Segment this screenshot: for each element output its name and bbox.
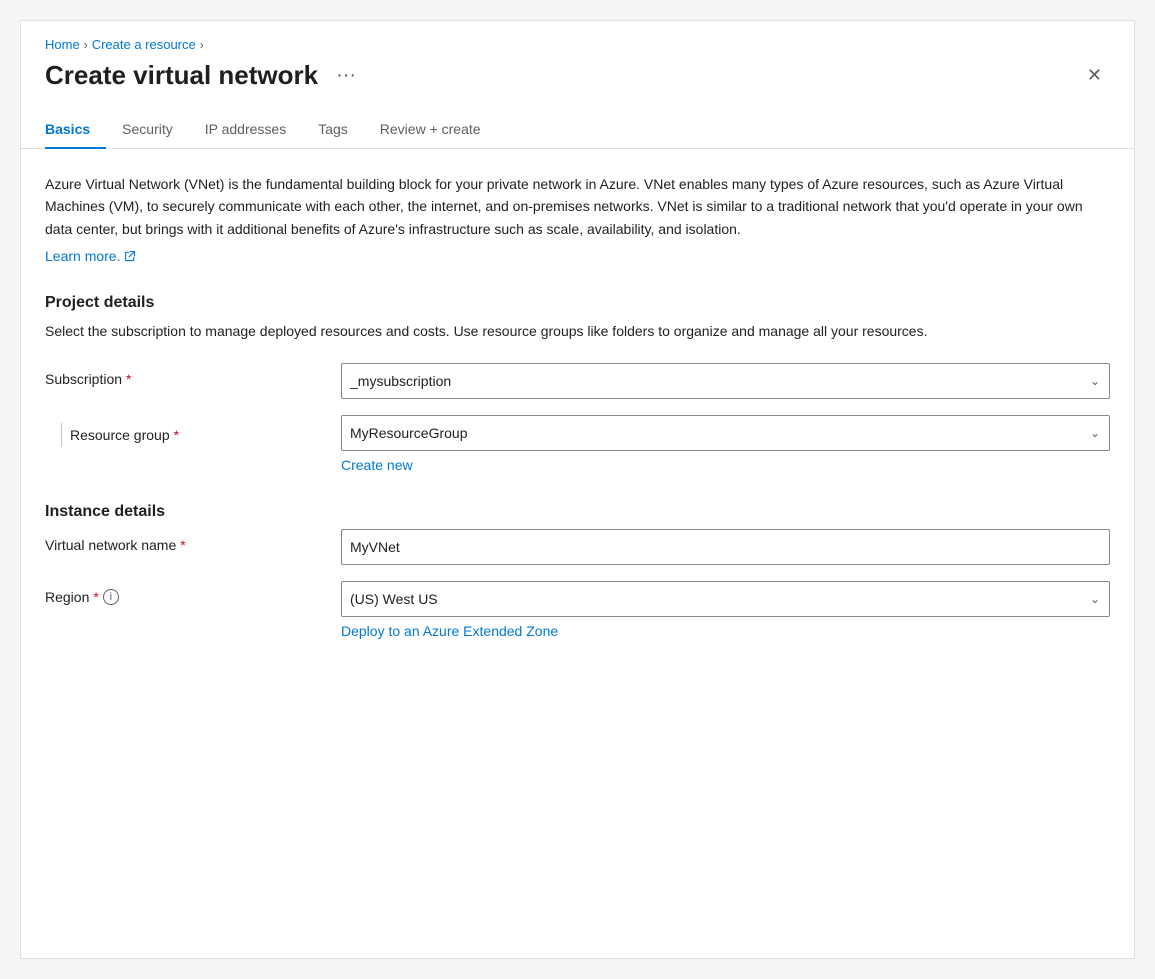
region-info-icon[interactable]: i [103, 589, 119, 605]
header-area: Home › Create a resource › Create virtua… [21, 21, 1134, 91]
rg-indent-line [61, 423, 62, 447]
content-area: Azure Virtual Network (VNet) is the fund… [21, 149, 1134, 681]
ellipsis-button[interactable]: ··· [330, 62, 362, 89]
breadcrumb-home[interactable]: Home [45, 37, 80, 52]
resource-group-control-col: MyResourceGroup ⌄ Create new [341, 415, 1110, 475]
vnet-name-label: Virtual network name * [45, 537, 325, 553]
vnet-name-row: Virtual network name * [45, 529, 1110, 565]
resource-group-label-col: Resource group * [45, 415, 325, 447]
vnet-name-control-col [341, 529, 1110, 565]
learn-more-link[interactable]: Learn more. [45, 248, 136, 264]
subscription-select-wrapper: _mysubscription ⌄ [341, 363, 1110, 399]
project-details-title: Project details [45, 294, 1110, 312]
instance-details-title: Instance details [45, 503, 1110, 521]
region-control-col: (US) West US ⌄ Deploy to an Azure Extend… [341, 581, 1110, 641]
breadcrumb-sep-1: › [84, 38, 88, 52]
subscription-select[interactable]: _mysubscription [341, 363, 1110, 399]
tabs-container: Basics Security IP addresses Tags Review… [21, 111, 1134, 149]
external-link-icon [124, 250, 136, 262]
resource-group-required-star: * [174, 427, 179, 443]
vnet-name-input[interactable] [341, 529, 1110, 565]
tab-basics[interactable]: Basics [45, 111, 106, 149]
title-left: Create virtual network ··· [45, 60, 362, 91]
close-button[interactable]: ✕ [1079, 61, 1110, 90]
tab-tags[interactable]: Tags [302, 111, 364, 149]
tab-security[interactable]: Security [106, 111, 189, 149]
subscription-label: Subscription * [45, 371, 325, 387]
project-details-description: Select the subscription to manage deploy… [45, 320, 1110, 342]
region-label-col: Region * i [45, 581, 325, 605]
title-row: Create virtual network ··· ✕ [45, 60, 1110, 91]
subscription-row: Subscription * _mysubscription ⌄ [45, 363, 1110, 399]
region-select[interactable]: (US) West US [341, 581, 1110, 617]
tab-ip-addresses[interactable]: IP addresses [189, 111, 302, 149]
resource-group-label: Resource group * [70, 427, 179, 443]
deploy-extended-zone-link[interactable]: Deploy to an Azure Extended Zone [341, 623, 558, 639]
breadcrumb: Home › Create a resource › [45, 37, 1110, 52]
page-container: Home › Create a resource › Create virtua… [20, 20, 1135, 959]
region-label: Region * i [45, 589, 325, 605]
create-new-link[interactable]: Create new [341, 457, 413, 473]
subscription-label-col: Subscription * [45, 363, 325, 387]
resource-group-row: Resource group * MyResourceGroup ⌄ Creat… [45, 415, 1110, 475]
region-row: Region * i (US) West US ⌄ Deploy to an A… [45, 581, 1110, 641]
region-required-star: * [93, 589, 98, 605]
vnet-name-label-col: Virtual network name * [45, 529, 325, 553]
vnet-description: Azure Virtual Network (VNet) is the fund… [45, 173, 1110, 240]
resource-group-select[interactable]: MyResourceGroup [341, 415, 1110, 451]
resource-group-select-wrapper: MyResourceGroup ⌄ [341, 415, 1110, 451]
region-select-wrapper: (US) West US ⌄ [341, 581, 1110, 617]
subscription-control-col: _mysubscription ⌄ [341, 363, 1110, 399]
subscription-required-star: * [126, 371, 131, 387]
breadcrumb-create-resource[interactable]: Create a resource [92, 37, 196, 52]
breadcrumb-sep-2: › [200, 38, 204, 52]
vnet-name-required-star: * [180, 537, 185, 553]
page-title: Create virtual network [45, 60, 318, 91]
tab-review-create[interactable]: Review + create [364, 111, 497, 149]
